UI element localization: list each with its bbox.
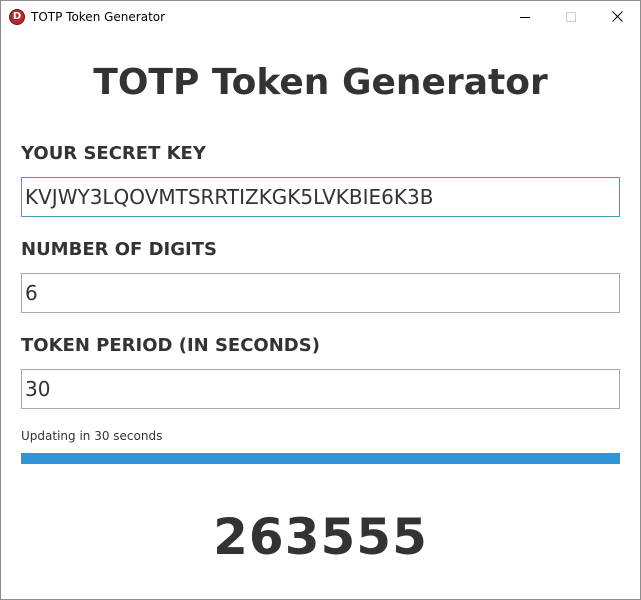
update-status-text: Updating in 30 seconds [21, 429, 163, 443]
secret-key-input[interactable] [21, 177, 620, 217]
countdown-progress-bar [21, 453, 620, 464]
countdown-progress-fill [21, 453, 620, 464]
window-controls [502, 1, 640, 32]
close-icon [611, 11, 623, 22]
period-input[interactable] [21, 369, 620, 409]
period-label: TOKEN PERIOD (IN SECONDS) [21, 335, 320, 356]
digits-input[interactable] [21, 273, 620, 313]
maximize-button[interactable] [548, 1, 594, 32]
token-display: 263555 [213, 508, 428, 566]
window-title: TOTP Token Generator [31, 9, 166, 24]
minimize-icon [520, 12, 530, 22]
app-icon-letter: D [12, 10, 22, 22]
app-icon[interactable]: D [9, 8, 25, 25]
page-title: TOTP Token Generator [93, 62, 548, 103]
title-bar[interactable]: D TOTP Token Generator [1, 1, 640, 32]
close-button[interactable] [594, 1, 640, 32]
secret-key-label: YOUR SECRET KEY [21, 143, 206, 164]
maximize-icon [566, 11, 576, 22]
app-window: D TOTP Token Generator TOTP Token Genera… [0, 0, 641, 600]
minimize-button[interactable] [502, 1, 548, 32]
digits-label: NUMBER OF DIGITS [21, 239, 217, 260]
